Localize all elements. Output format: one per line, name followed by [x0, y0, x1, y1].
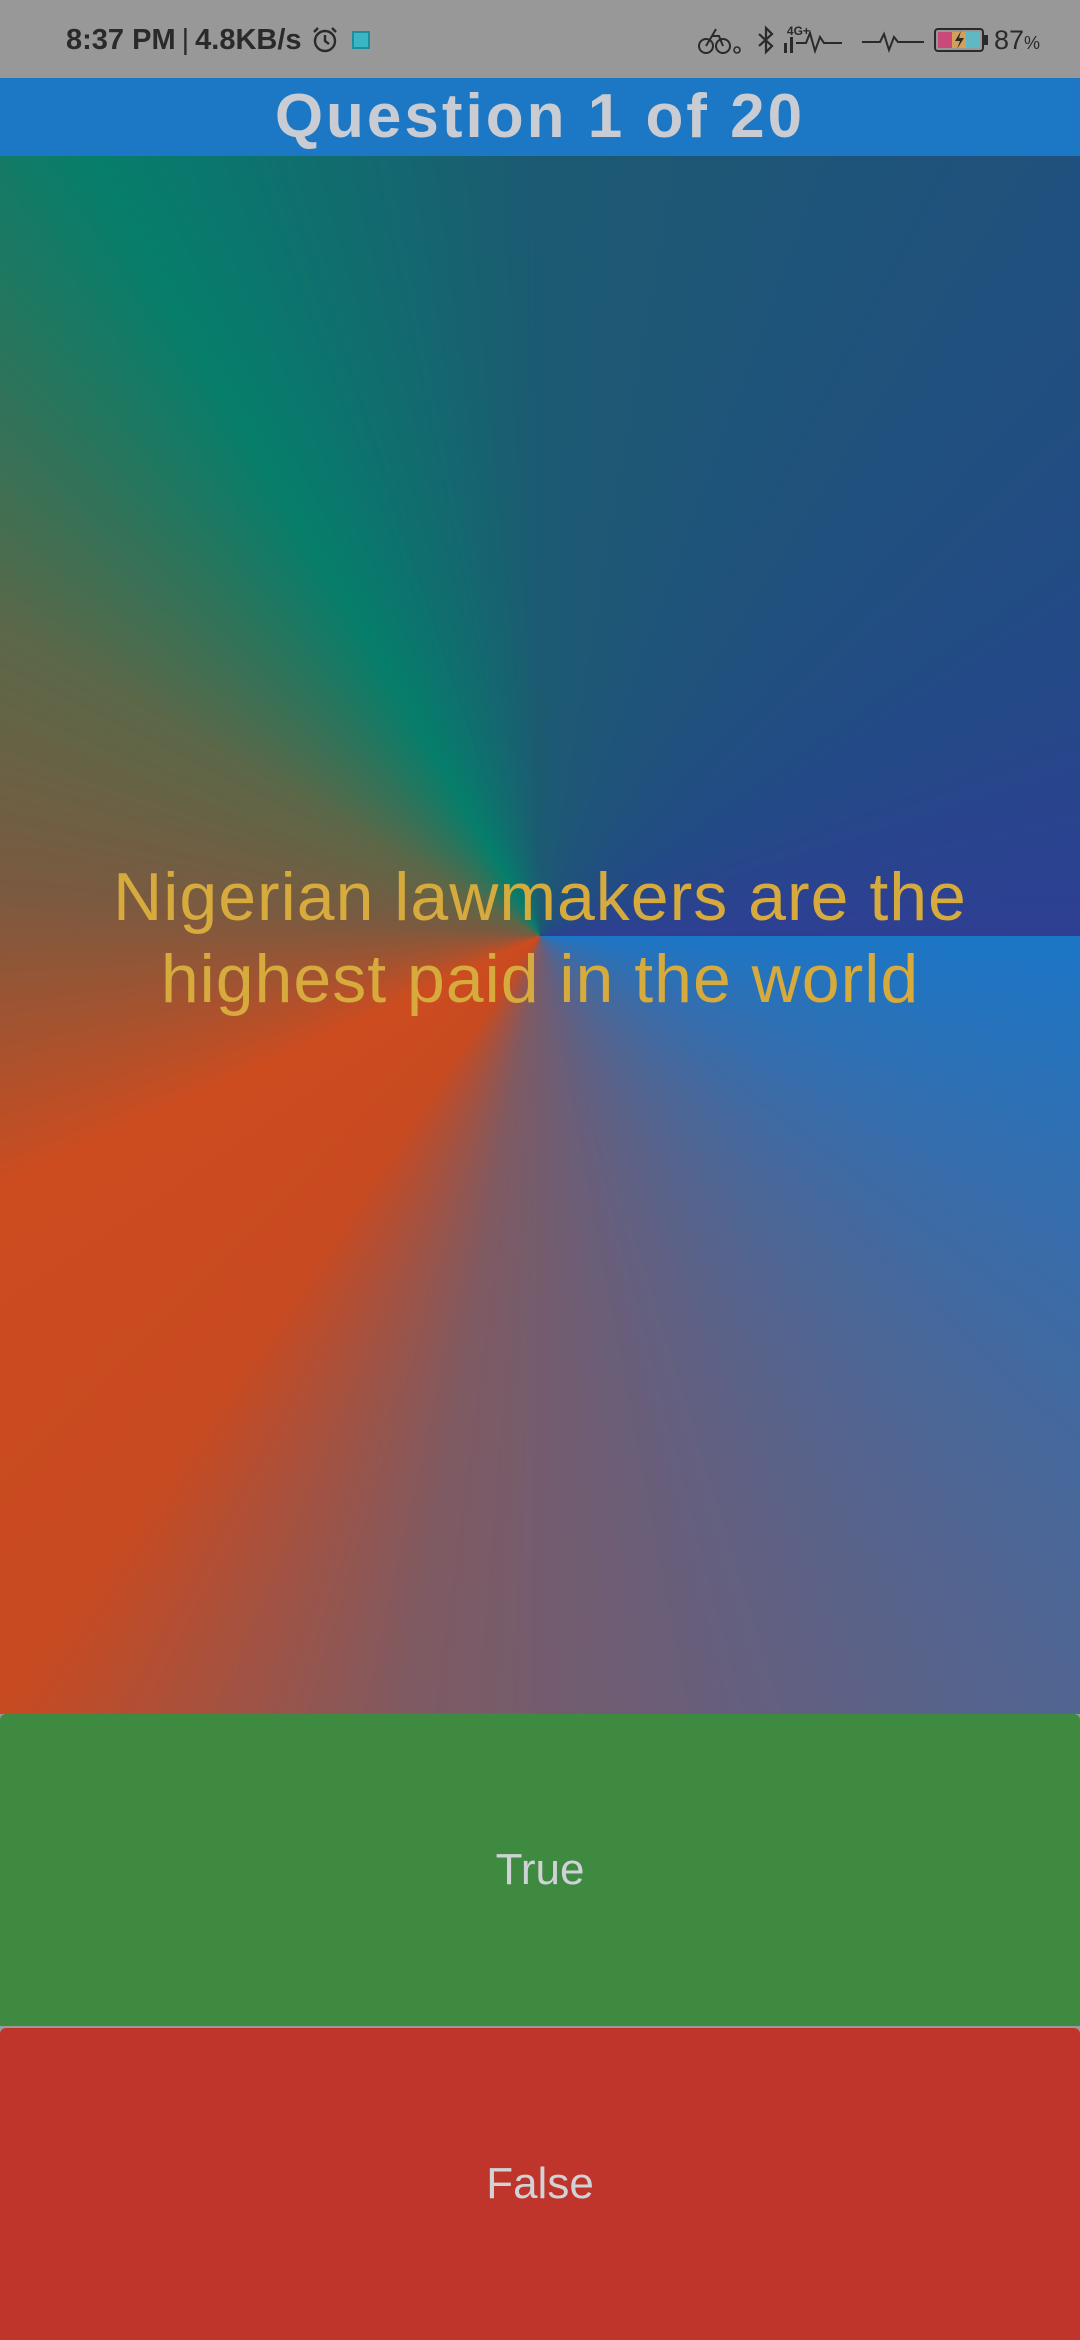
- status-bar: 8:37 PM | 4.8KB/s 4G+ 87%: [0, 0, 1080, 78]
- page-title: Question 1 of 20: [274, 82, 806, 151]
- activity-icon: [795, 29, 842, 55]
- question-area: Nigerian lawmakers are the highest paid …: [0, 156, 1080, 1714]
- false-button[interactable]: False: [0, 2028, 1080, 2340]
- header-bar: Question 1 of 20: [0, 78, 1080, 156]
- status-left: 8:37 PM | 4.8KB/s: [66, 20, 370, 60]
- screen: 8:37 PM | 4.8KB/s 4G+ 87% Question 1 of …: [0, 0, 1080, 2340]
- question-text: Nigerian lawmakers are the highest paid …: [113, 859, 967, 1017]
- status-time: 8:37 PM: [66, 23, 176, 56]
- cycling-icon: [697, 28, 741, 54]
- status-separator: |: [181, 23, 190, 56]
- false-button-label: False: [486, 2159, 594, 2208]
- battery-percent: 87%: [994, 25, 1040, 56]
- alarm-icon: [312, 27, 337, 53]
- battery-charging-icon: [933, 28, 988, 52]
- true-button[interactable]: True: [0, 1714, 1080, 2026]
- battery-percent-unit: %: [1023, 32, 1040, 53]
- app-notification-icon: [351, 31, 370, 49]
- status-right: 4G+ 87%: [697, 20, 1040, 60]
- battery-percent-value: 87: [993, 24, 1024, 55]
- bluetooth-icon: [758, 25, 774, 55]
- true-button-label: True: [495, 1845, 585, 1894]
- signal-icon: [783, 37, 793, 53]
- heart-rate-icon: [861, 31, 924, 54]
- status-net-speed: 4.8KB/s: [195, 23, 302, 56]
